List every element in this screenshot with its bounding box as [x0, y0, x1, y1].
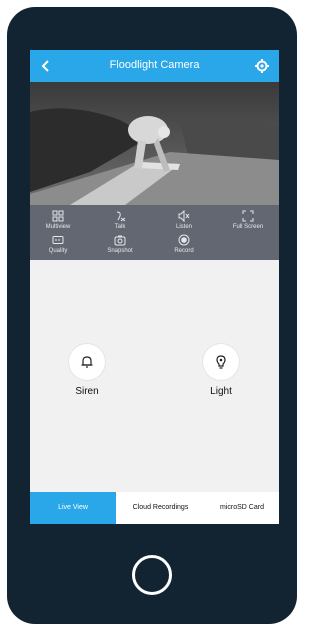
actions-panel: Siren Light	[30, 260, 279, 496]
listen-label: Listen	[175, 224, 192, 230]
multiview-button[interactable]: Multiview	[30, 210, 86, 230]
quality-label: Quality	[48, 248, 68, 254]
camera-feed[interactable]	[30, 82, 279, 205]
home-button[interactable]	[132, 555, 172, 595]
light-circle[interactable]	[203, 344, 239, 380]
hd-icon	[52, 236, 64, 244]
record-button[interactable]: Record	[156, 234, 212, 254]
siren-button[interactable]: Siren	[52, 344, 122, 397]
camera-icon	[114, 235, 126, 246]
tab-cloud-recordings[interactable]: Cloud Recordings	[116, 492, 205, 524]
light-label: Light	[210, 386, 232, 397]
fullscreen-label: Full Screen	[232, 224, 264, 230]
camera-controls: Multiview Talk Listen Full Screen Qualit…	[30, 205, 279, 260]
listen-button[interactable]: Listen	[156, 210, 212, 230]
fullscreen-icon	[242, 210, 254, 222]
light-bulb-icon	[216, 355, 226, 369]
talk-icon	[116, 211, 126, 222]
snapshot-label: Snapshot	[107, 248, 133, 254]
talk-label: Talk	[114, 224, 126, 230]
tab-microsd-card[interactable]: microSD Card	[205, 492, 279, 524]
page-title: Floodlight Camera	[109, 59, 200, 71]
snapshot-button[interactable]: Snapshot	[92, 234, 148, 254]
gear-icon[interactable]	[254, 58, 270, 74]
light-button[interactable]: Light	[186, 344, 256, 397]
siren-circle[interactable]	[69, 344, 105, 380]
siren-label: Siren	[75, 386, 99, 397]
tab-live-view[interactable]: Live View	[30, 492, 116, 524]
top-bar: Floodlight Camera	[30, 50, 279, 82]
quality-button[interactable]: Quality	[30, 234, 86, 254]
bottom-tabs: Live View Cloud Recordings microSD Card	[30, 492, 279, 524]
fullscreen-button[interactable]: Full Screen	[220, 210, 276, 230]
record-label: Record	[174, 248, 194, 254]
app-screen: Floodlight Camera Multiview Talk Listen …	[30, 50, 279, 524]
multiview-label: Multiview	[45, 224, 71, 230]
record-icon	[178, 234, 190, 246]
grid-icon	[52, 210, 64, 222]
bell-icon	[81, 356, 93, 368]
talk-button[interactable]: Talk	[92, 210, 148, 230]
speaker-mute-icon	[178, 210, 190, 222]
